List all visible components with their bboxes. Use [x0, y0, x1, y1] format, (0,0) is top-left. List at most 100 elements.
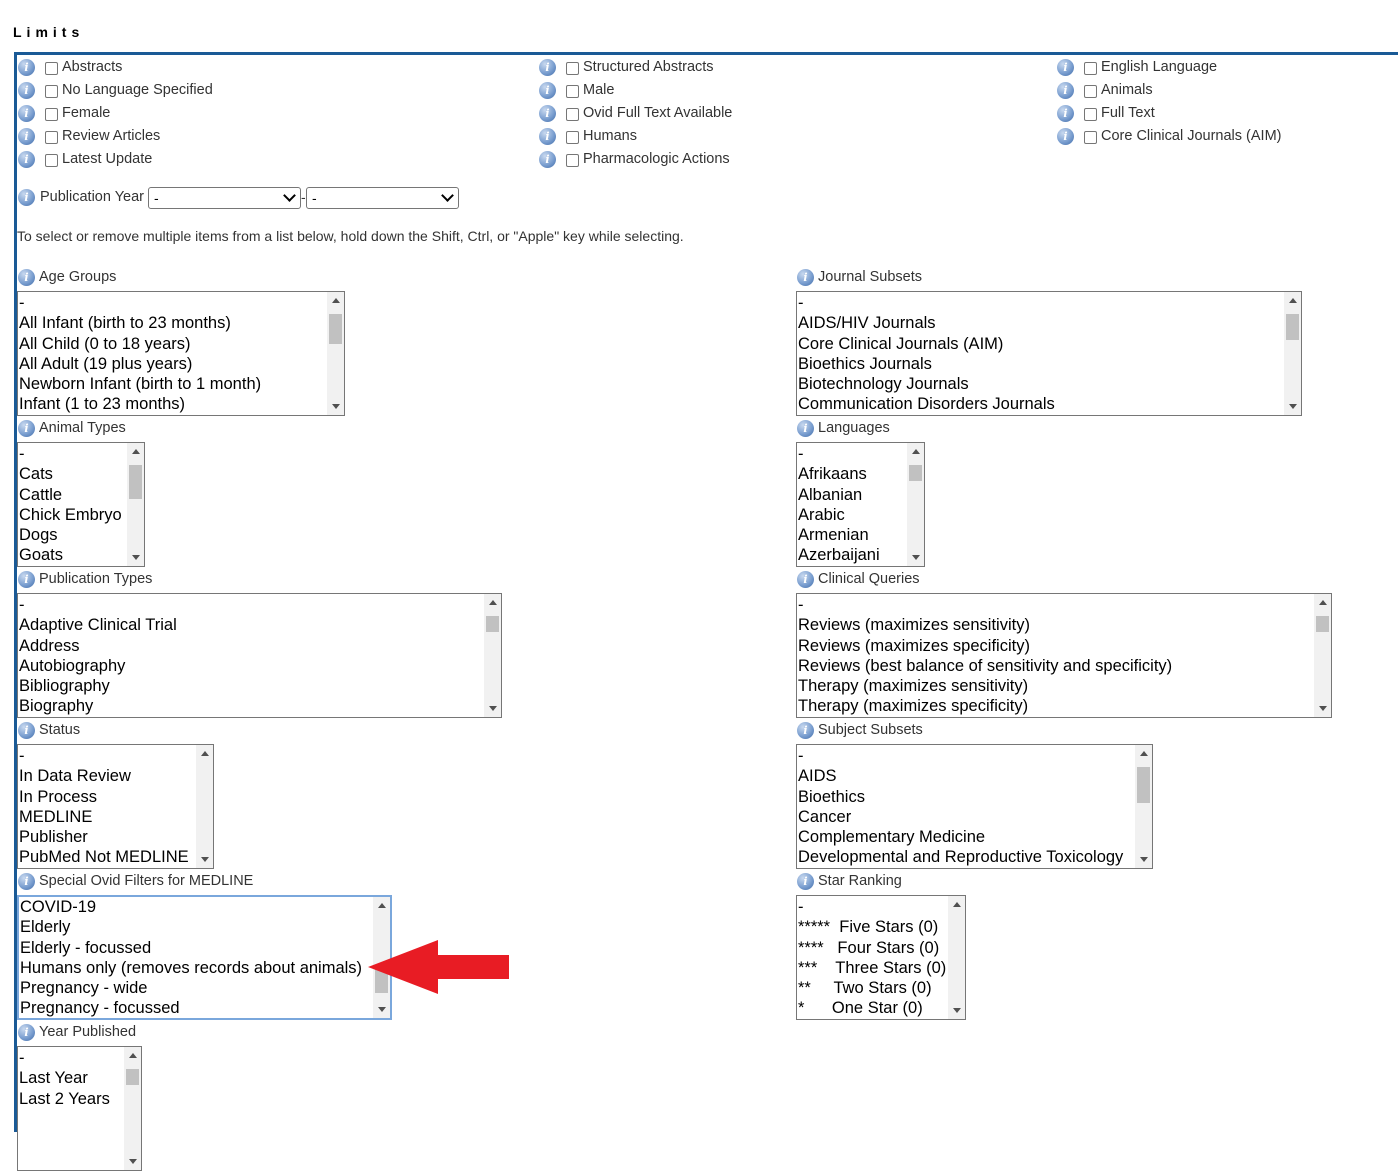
journal-subsets-option[interactable]: -	[798, 293, 1283, 313]
subject-subsets-option[interactable]: AIDS	[798, 766, 1134, 786]
info-icon[interactable]: i	[18, 571, 35, 588]
age-groups-option[interactable]: All Infant (birth to 23 months)	[19, 313, 326, 333]
checkbox-structured-abstracts[interactable]	[566, 62, 579, 75]
checkbox-label[interactable]: Male	[583, 82, 614, 98]
special-filters-option[interactable]: Pregnancy - focussed	[20, 998, 372, 1018]
subject-subsets-option[interactable]: Cancer	[798, 807, 1134, 827]
info-icon[interactable]: i	[539, 151, 556, 168]
checkbox-label[interactable]: Pharmacologic Actions	[583, 151, 730, 167]
checkbox-label[interactable]: Abstracts	[62, 59, 122, 75]
languages-scrollbar[interactable]	[907, 443, 924, 566]
scroll-down-arrow-icon[interactable]	[484, 700, 501, 717]
info-icon[interactable]: i	[1057, 105, 1074, 122]
publication-types-option[interactable]: Adaptive Clinical Trial	[19, 615, 483, 635]
info-icon[interactable]: i	[18, 189, 35, 206]
languages-option[interactable]: Arabic	[798, 505, 906, 525]
scrollbar-thumb[interactable]	[1286, 314, 1299, 340]
checkbox-abstracts[interactable]	[45, 62, 58, 75]
star-ranking-option[interactable]: * One Star (0)	[798, 998, 947, 1018]
scroll-up-arrow-icon[interactable]	[1135, 745, 1152, 762]
scrollbar-thumb[interactable]	[1137, 767, 1150, 803]
status-option[interactable]: -	[19, 746, 195, 766]
languages-listbox[interactable]: - Afrikaans Albanian Arabic Armenian Azerbaij…	[796, 442, 925, 567]
info-icon[interactable]: i	[18, 420, 35, 437]
checkbox-animals[interactable]	[1084, 85, 1097, 98]
year-published-scrollbar[interactable]	[124, 1047, 141, 1170]
info-icon[interactable]: i	[18, 59, 35, 76]
animal-types-option[interactable]: Cattle	[19, 485, 126, 505]
checkbox-label[interactable]: Core Clinical Journals (AIM)	[1101, 128, 1282, 144]
languages-option[interactable]: Azerbaijani	[798, 545, 906, 565]
star-ranking-option[interactable]: -	[798, 897, 947, 917]
age-groups-scrollbar[interactable]	[327, 292, 344, 415]
scroll-up-arrow-icon[interactable]	[373, 897, 390, 914]
info-icon[interactable]: i	[18, 105, 35, 122]
scrollbar-thumb[interactable]	[129, 465, 142, 499]
scrollbar-thumb[interactable]	[909, 465, 922, 481]
scroll-down-arrow-icon[interactable]	[1284, 398, 1301, 415]
publication-types-option[interactable]: Biography	[19, 696, 483, 716]
checkbox-core-clinical-journals-aim[interactable]	[1084, 131, 1097, 144]
publication-year-to-select[interactable]: -	[306, 187, 459, 209]
checkbox-latest-update[interactable]	[45, 154, 58, 167]
special-filters-listbox[interactable]: COVID-19 Elderly Elderly - focussed Humans …	[17, 895, 392, 1020]
info-icon[interactable]: i	[18, 1024, 35, 1041]
info-icon[interactable]: i	[1057, 82, 1074, 99]
journal-subsets-listbox[interactable]: - AIDS/HIV Journals Core Clinical Journals…	[796, 291, 1302, 416]
status-option[interactable]: MEDLINE	[19, 807, 195, 827]
status-option[interactable]: PubMed Not MEDLINE	[19, 847, 195, 867]
checkbox-pharmacologic-actions[interactable]	[566, 154, 579, 167]
clinical-queries-option[interactable]: Therapy (maximizes sensitivity)	[798, 676, 1313, 696]
checkbox-english-language[interactable]	[1084, 62, 1097, 75]
clinical-queries-option[interactable]: Therapy (maximizes specificity)	[798, 696, 1313, 716]
info-icon[interactable]: i	[18, 82, 35, 99]
publication-types-option[interactable]: -	[19, 595, 483, 615]
scroll-down-arrow-icon[interactable]	[127, 549, 144, 566]
age-groups-option[interactable]: -	[19, 293, 326, 313]
special-filters-option[interactable]: Pregnancy - wide	[20, 978, 372, 998]
info-icon[interactable]: i	[539, 105, 556, 122]
special-filters-option[interactable]: Humans only (removes records about anima…	[20, 958, 372, 978]
scrollbar-thumb[interactable]	[329, 314, 342, 344]
info-icon[interactable]: i	[18, 722, 35, 739]
status-option[interactable]: In Process	[19, 787, 195, 807]
info-icon[interactable]: i	[797, 571, 814, 588]
year-published-listbox[interactable]: - Last Year Last 2 Years	[17, 1046, 142, 1171]
subject-subsets-scrollbar[interactable]	[1135, 745, 1152, 868]
clinical-queries-option[interactable]: Reviews (best balance of sensitivity and…	[798, 656, 1313, 676]
status-option[interactable]: Publisher	[19, 827, 195, 847]
subject-subsets-option[interactable]: -	[798, 746, 1134, 766]
scroll-up-arrow-icon[interactable]	[127, 443, 144, 460]
clinical-queries-listbox[interactable]: - Reviews (maximizes sensitivity) Reviews …	[796, 593, 1332, 718]
scroll-down-arrow-icon[interactable]	[327, 398, 344, 415]
info-icon[interactable]: i	[797, 269, 814, 286]
scroll-down-arrow-icon[interactable]	[196, 851, 213, 868]
star-ranking-option[interactable]: **** Four Stars (0)	[798, 938, 947, 958]
animal-types-option[interactable]: Chick Embryo	[19, 505, 126, 525]
scroll-up-arrow-icon[interactable]	[327, 292, 344, 309]
languages-option[interactable]: Albanian	[798, 485, 906, 505]
checkbox-label[interactable]: Humans	[583, 128, 637, 144]
checkbox-label[interactable]: Female	[62, 105, 110, 121]
scroll-down-arrow-icon[interactable]	[1314, 700, 1331, 717]
year-published-option[interactable]: -	[19, 1048, 123, 1068]
scrollbar-thumb[interactable]	[1316, 616, 1329, 632]
publication-types-option[interactable]: Bibliography	[19, 676, 483, 696]
age-groups-option[interactable]: All Child (0 to 18 years)	[19, 334, 326, 354]
special-filters-option[interactable]: Elderly	[20, 917, 372, 937]
scroll-up-arrow-icon[interactable]	[907, 443, 924, 460]
checkbox-label[interactable]: Animals	[1101, 82, 1153, 98]
info-icon[interactable]: i	[1057, 128, 1074, 145]
age-groups-option[interactable]: Infant (1 to 23 months)	[19, 394, 326, 414]
scroll-up-arrow-icon[interactable]	[124, 1047, 141, 1064]
journal-subsets-option[interactable]: Bioethics Journals	[798, 354, 1283, 374]
checkbox-female[interactable]	[45, 108, 58, 121]
info-icon[interactable]: i	[18, 269, 35, 286]
animal-types-option[interactable]: Dogs	[19, 525, 126, 545]
animal-types-option[interactable]: Goats	[19, 545, 126, 565]
subject-subsets-option[interactable]: Bioethics	[798, 787, 1134, 807]
scroll-down-arrow-icon[interactable]	[1135, 851, 1152, 868]
clinical-queries-option[interactable]: Reviews (maximizes specificity)	[798, 636, 1313, 656]
clinical-queries-option[interactable]: -	[798, 595, 1313, 615]
scroll-up-arrow-icon[interactable]	[484, 594, 501, 611]
